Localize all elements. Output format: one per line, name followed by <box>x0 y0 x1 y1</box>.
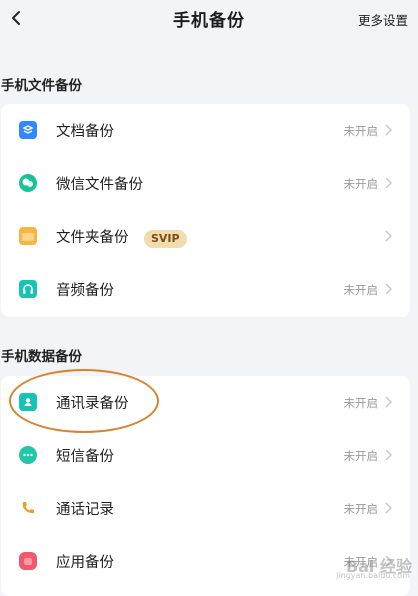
svip-badge: SVIP <box>144 230 187 248</box>
row-label: 短信备份 <box>56 449 114 465</box>
page-title: 手机备份 <box>173 11 245 31</box>
phone-icon <box>19 499 37 517</box>
row-label: 微信文件备份 <box>56 177 143 193</box>
more-settings-link[interactable]: 更多设置 <box>358 10 408 29</box>
watermark-sub: jingyan.baidu.com <box>336 571 410 580</box>
chevron-right-icon <box>385 449 392 461</box>
highlight-annotation <box>9 369 159 433</box>
row-document-backup[interactable]: 文档备份 未开启 <box>1 104 410 157</box>
row-sms-backup[interactable]: 短信备份 未开启 <box>1 429 410 482</box>
watermark: Bai 经验 jingyan.baidu.com <box>336 553 412 580</box>
message-icon <box>19 446 37 464</box>
row-status: 未开启 <box>343 449 379 463</box>
section-title-file: 手机文件备份 <box>1 78 82 94</box>
row-audio-backup[interactable]: 音频备份 未开启 <box>1 263 410 316</box>
row-status: 未开启 <box>343 124 379 138</box>
headphones-icon <box>19 280 37 298</box>
row-label: 文档备份 <box>56 124 114 140</box>
folder-icon <box>19 227 37 245</box>
row-folder-backup[interactable]: 文件夹备份 SVIP <box>1 210 410 263</box>
row-wechat-file-backup[interactable]: 微信文件备份 未开启 <box>1 157 410 210</box>
row-call-log[interactable]: 通话记录 未开启 <box>1 482 410 535</box>
row-status: 未开启 <box>343 502 379 516</box>
row-label: 通话记录 <box>56 502 114 518</box>
section-title-data: 手机数据备份 <box>1 349 82 365</box>
chevron-right-icon <box>385 124 392 136</box>
chevron-right-icon <box>385 177 392 189</box>
row-label: 音频备份 <box>56 283 114 299</box>
app-icon <box>19 552 37 570</box>
chevron-right-icon <box>385 230 392 242</box>
file-backup-card: 文档备份 未开启 微信文件备份 未开启 文件夹备份 SVIP 音频备份 未开启 <box>1 104 410 317</box>
document-icon <box>19 121 37 139</box>
chevron-right-icon <box>385 396 392 408</box>
chevron-right-icon <box>385 283 392 295</box>
wechat-icon <box>19 174 37 192</box>
chevron-right-icon <box>385 502 392 514</box>
row-status: 未开启 <box>343 283 379 297</box>
row-status: 未开启 <box>343 396 379 410</box>
row-status: 未开启 <box>343 177 379 191</box>
row-label: 文件夹备份 <box>56 230 129 246</box>
row-label: 应用备份 <box>56 555 114 571</box>
header: 手机备份 更多设置 <box>0 0 418 40</box>
